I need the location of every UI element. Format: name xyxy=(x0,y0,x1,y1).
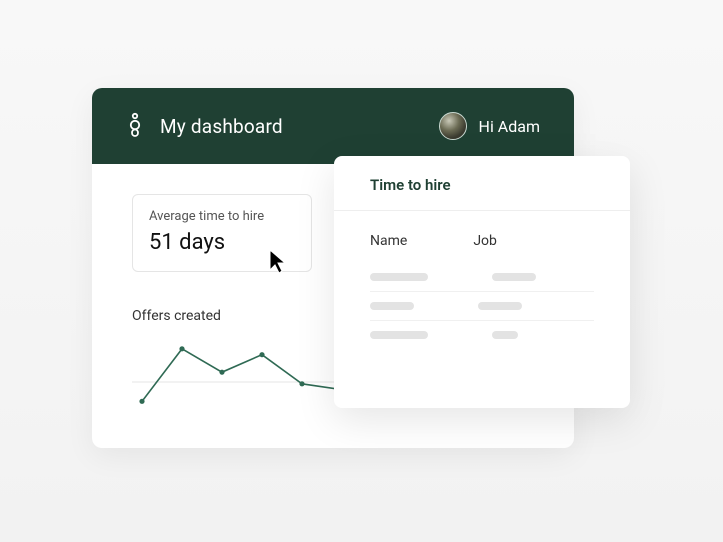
panel-header: Time to hire xyxy=(334,156,630,211)
header-right[interactable]: Hi Adam xyxy=(439,112,540,140)
user-greeting: Hi Adam xyxy=(479,117,540,136)
panel-body: Name Job xyxy=(334,211,630,371)
panel-title: Time to hire xyxy=(370,176,594,194)
dashboard-header: My dashboard Hi Adam xyxy=(92,88,574,164)
table-row[interactable] xyxy=(370,263,594,292)
time-to-hire-panel: Time to hire Name Job xyxy=(334,156,630,408)
placeholder-job xyxy=(492,331,518,339)
placeholder-name xyxy=(370,302,414,310)
placeholder-name xyxy=(370,331,428,339)
column-job: Job xyxy=(473,233,497,249)
header-left: My dashboard xyxy=(126,111,283,141)
placeholder-job xyxy=(478,302,522,310)
panel-columns: Name Job xyxy=(370,233,594,249)
column-name: Name xyxy=(370,233,407,249)
placeholder-job xyxy=(492,273,536,281)
avatar[interactable] xyxy=(439,112,467,140)
logo-icon xyxy=(126,111,144,141)
table-row[interactable] xyxy=(370,292,594,321)
placeholder-name xyxy=(370,273,428,281)
stat-time-to-hire[interactable]: Average time to hire 51 days xyxy=(132,194,312,272)
page-title: My dashboard xyxy=(160,115,283,138)
stat-label: Average time to hire xyxy=(149,209,295,224)
table-row[interactable] xyxy=(370,321,594,349)
stat-value: 51 days xyxy=(149,230,295,255)
